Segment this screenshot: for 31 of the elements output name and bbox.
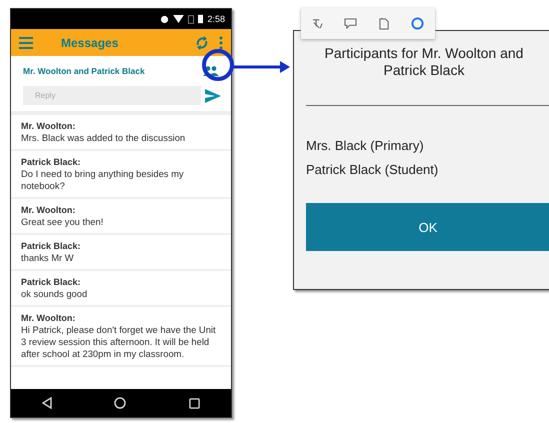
message-text: thanks Mr W [21, 252, 75, 264]
message-text: Hi Patrick, please don't forget we have the Unit 3 review session this afternoon. It will be held after school at 230pm in my classroom. [21, 324, 217, 360]
comment-icon[interactable] [344, 18, 358, 29]
reply-field[interactable]: Reply [23, 86, 201, 105]
participants-icon[interactable] [203, 66, 219, 76]
conversation-title: Mr. Woolton and Patrick Black [23, 66, 145, 76]
message-sender: Patrick Black: [21, 156, 82, 168]
recents-icon[interactable] [188, 398, 200, 408]
message-sender: Mr. Woolton: [21, 312, 76, 324]
participant-name: Mrs. Black (Primary) [306, 138, 425, 153]
message-text: Great see you then! [21, 216, 104, 228]
circle-icon[interactable] [411, 17, 424, 30]
message-text: ok sounds good [21, 288, 88, 300]
message-sender: Patrick Black: [21, 240, 82, 252]
translate-icon[interactable] [312, 18, 323, 29]
copy-icon[interactable] [378, 18, 390, 30]
message-text: Do I need to bring anything besides my notebook? [21, 168, 185, 192]
back-icon[interactable] [42, 397, 52, 409]
home-icon[interactable] [114, 397, 126, 409]
message-text: Mrs. Black was added to the discussion [21, 132, 186, 144]
wifi-icon [173, 15, 184, 23]
message-sender: Mr. Woolton: [21, 120, 76, 132]
ok-button[interactable]: OK [306, 203, 549, 251]
dialog-title: Participants for Mr. Woolton and Patrick Black [324, 44, 524, 79]
message-sender: Patrick Black: [21, 276, 82, 288]
more-icon[interactable] [219, 36, 223, 50]
app-title: Messages [61, 36, 120, 50]
status-time: 2:58 [207, 14, 225, 24]
send-icon[interactable] [205, 88, 221, 102]
message-sender: Mr. Woolton: [21, 204, 76, 216]
participant-name: Patrick Black (Student) [306, 162, 440, 177]
